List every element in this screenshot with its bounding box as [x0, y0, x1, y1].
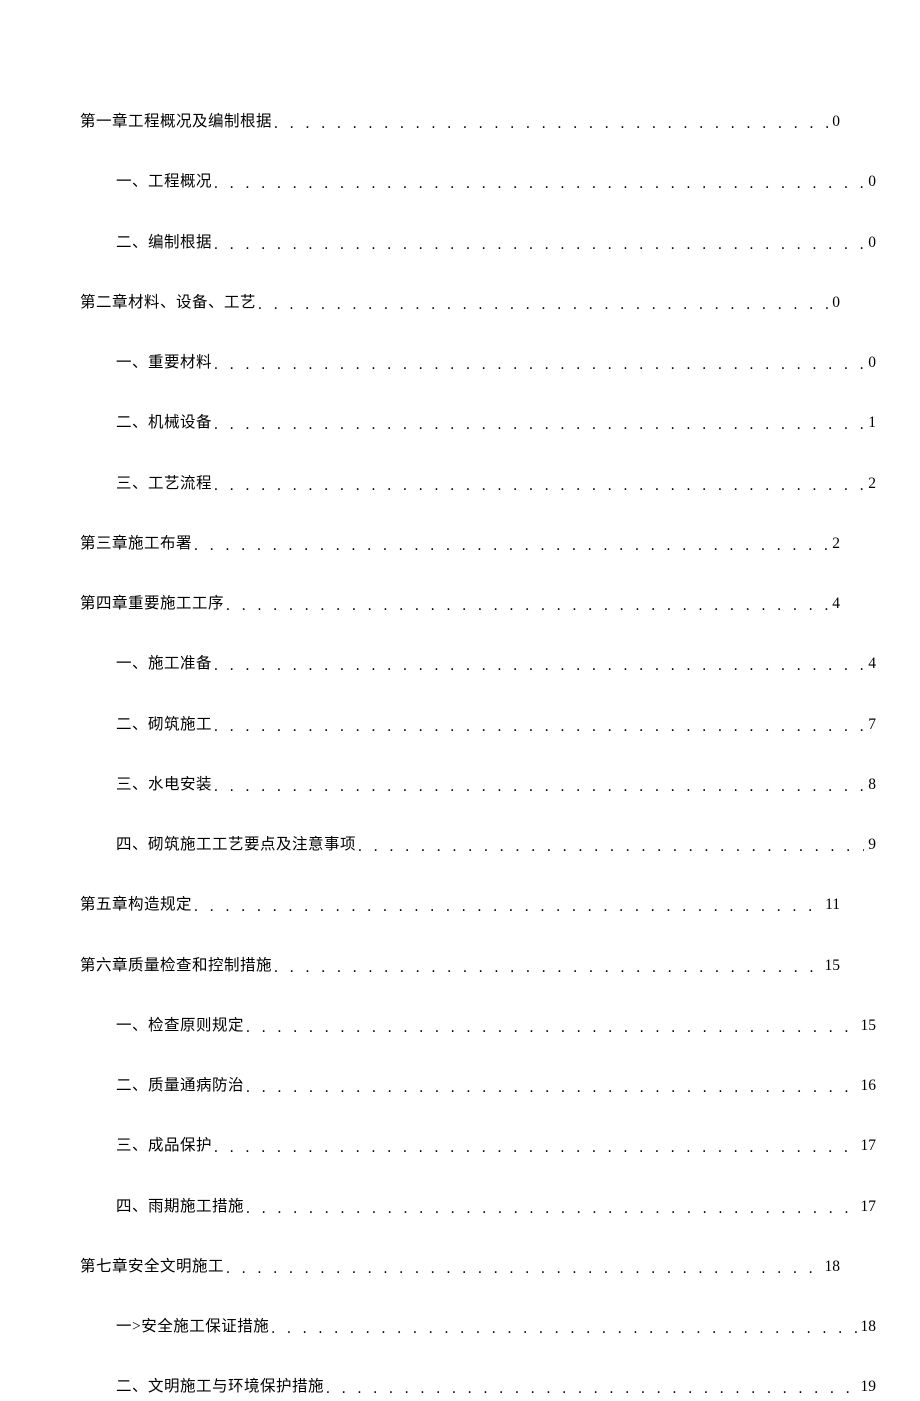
toc-page-number: 17 — [859, 1134, 877, 1157]
toc-page-number: 0 — [866, 170, 876, 193]
toc-leader-dots — [214, 474, 864, 497]
toc-leader-dots — [258, 293, 828, 316]
toc-page-number: 7 — [866, 713, 876, 736]
toc-leader-dots — [214, 233, 864, 256]
toc-page-number: 0 — [830, 291, 840, 314]
toc-entry: 一、重要材料 0 — [116, 351, 876, 374]
toc-title: 第四章重要施工工序 — [80, 592, 224, 615]
toc-page-number: 15 — [859, 1014, 877, 1037]
toc-page-number: 18 — [823, 1255, 841, 1278]
toc-page-number: 0 — [866, 351, 876, 374]
toc-title: 第五章构造规定 — [80, 893, 192, 916]
toc-entry: 一、检查原则规定 15 — [116, 1014, 876, 1037]
toc-leader-dots — [214, 353, 864, 376]
toc-page-number: 4 — [866, 652, 876, 675]
toc-page-number: 18 — [859, 1315, 877, 1338]
toc-leader-dots — [271, 1317, 856, 1340]
toc-entry: 二、编制根据 0 — [116, 231, 876, 254]
toc-page-number: 19 — [859, 1375, 877, 1398]
toc-entry: 第二章材料、设备、工艺 0 — [80, 291, 840, 314]
toc-page-number: 16 — [859, 1074, 877, 1097]
toc-leader-dots — [214, 1136, 856, 1159]
toc-entry: 三、水电安装 8 — [116, 773, 876, 796]
toc-leader-dots — [246, 1016, 856, 1039]
toc-title: 第七章安全文明施工 — [80, 1255, 224, 1278]
toc-title: 一>安全施工保证措施 — [116, 1315, 269, 1338]
toc-entry: 二、质量通病防治 16 — [116, 1074, 876, 1097]
toc-page-number: 2 — [866, 472, 876, 495]
toc-page-number: 11 — [823, 893, 840, 916]
toc-entry: 二、文明施工与环境保护措施 19 — [116, 1375, 876, 1398]
toc-entry: 四、雨期施工措施 17 — [116, 1195, 876, 1218]
toc-page-number: 17 — [859, 1195, 877, 1218]
toc-title: 二、文明施工与环境保护措施 — [116, 1375, 324, 1398]
toc-title: 二、砌筑施工 — [116, 713, 212, 736]
toc-entry: 三、工艺流程 2 — [116, 472, 876, 495]
toc-entry: 第四章重要施工工序 4 — [80, 592, 840, 615]
toc-entry: 一>安全施工保证措施 18 — [116, 1315, 876, 1338]
table-of-contents: 第一章工程概况及编制根据 0 一、工程概况 0 二、编制根据 0 第二章材料、设… — [80, 110, 840, 1399]
toc-leader-dots — [194, 534, 828, 557]
toc-title: 一、检查原则规定 — [116, 1014, 244, 1037]
toc-title: 三、成品保护 — [116, 1134, 212, 1157]
toc-entry: 四、砌筑施工工艺要点及注意事项 9 — [116, 833, 876, 856]
toc-page-number: 2 — [830, 532, 840, 555]
toc-leader-dots — [274, 112, 828, 135]
toc-leader-dots — [214, 715, 864, 738]
toc-page-number: 4 — [830, 592, 840, 615]
toc-title: 一、施工准备 — [116, 652, 212, 675]
toc-leader-dots — [326, 1377, 856, 1400]
toc-leader-dots — [194, 895, 821, 918]
toc-entry: 第五章构造规定 11 — [80, 893, 840, 916]
toc-page-number: 1 — [866, 411, 876, 434]
toc-title: 一、重要材料 — [116, 351, 212, 374]
toc-title: 四、砌筑施工工艺要点及注意事项 — [116, 833, 356, 856]
toc-title: 二、编制根据 — [116, 231, 212, 254]
toc-title: 第二章材料、设备、工艺 — [80, 291, 256, 314]
toc-title: 二、质量通病防治 — [116, 1074, 244, 1097]
toc-leader-dots — [226, 1257, 820, 1280]
toc-title: 第六章质量检查和控制措施 — [80, 954, 272, 977]
toc-leader-dots — [214, 654, 864, 677]
toc-leader-dots — [214, 172, 864, 195]
toc-entry: 一、工程概况 0 — [116, 170, 876, 193]
toc-entry: 第三章施工布署 2 — [80, 532, 840, 555]
toc-entry: 第六章质量检查和控制措施 15 — [80, 954, 840, 977]
toc-title: 二、机械设备 — [116, 411, 212, 434]
toc-title: 三、工艺流程 — [116, 472, 212, 495]
toc-entry: 三、成品保护 17 — [116, 1134, 876, 1157]
toc-page-number: 0 — [830, 110, 840, 133]
toc-leader-dots — [214, 775, 864, 798]
toc-page-number: 15 — [823, 954, 841, 977]
toc-leader-dots — [214, 413, 864, 436]
toc-title: 第一章工程概况及编制根据 — [80, 110, 272, 133]
toc-title: 三、水电安装 — [116, 773, 212, 796]
toc-entry: 二、砌筑施工 7 — [116, 713, 876, 736]
toc-leader-dots — [246, 1076, 856, 1099]
toc-page-number: 0 — [866, 231, 876, 254]
toc-leader-dots — [246, 1197, 856, 1220]
toc-page-number: 8 — [866, 773, 876, 796]
toc-entry: 二、机械设备 1 — [116, 411, 876, 434]
toc-leader-dots — [358, 835, 864, 858]
toc-entry: 一、施工准备 4 — [116, 652, 876, 675]
toc-title: 四、雨期施工措施 — [116, 1195, 244, 1218]
toc-leader-dots — [226, 594, 828, 617]
toc-title: 一、工程概况 — [116, 170, 212, 193]
toc-entry: 第七章安全文明施工 18 — [80, 1255, 840, 1278]
toc-page-number: 9 — [866, 833, 876, 856]
toc-leader-dots — [274, 956, 820, 979]
toc-title: 第三章施工布署 — [80, 532, 192, 555]
toc-entry: 第一章工程概况及编制根据 0 — [80, 110, 840, 133]
